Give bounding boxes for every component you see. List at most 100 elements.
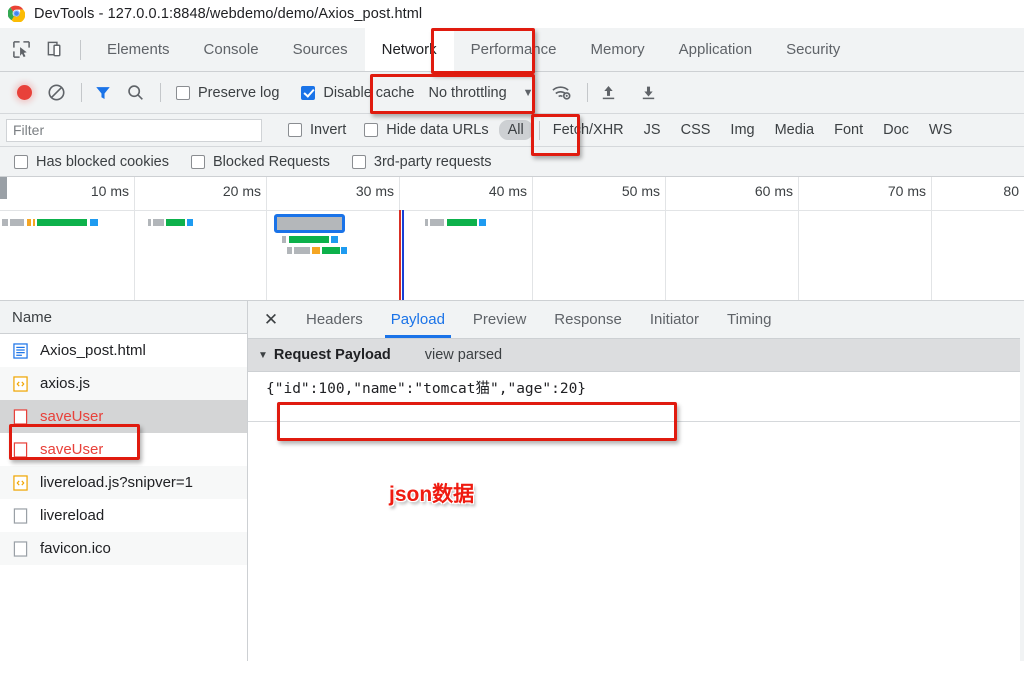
script-icon xyxy=(12,375,29,392)
request-name: livereload xyxy=(40,507,105,524)
overview-tick-60ms: 60 ms xyxy=(754,183,793,199)
tab-performance[interactable]: Performance xyxy=(454,28,574,71)
overview-bar-2 xyxy=(148,219,193,226)
request-rows: Axios_post.html axios.js saveUser saveUs… xyxy=(0,334,247,661)
payload-divider xyxy=(248,421,1024,422)
controls-divider-1 xyxy=(81,83,82,102)
request-name: saveUser xyxy=(40,441,104,458)
type-filter-ws[interactable]: WS xyxy=(920,120,961,140)
invert-checkbox[interactable]: Invert xyxy=(288,122,346,138)
chevron-down-icon[interactable]: ▼ xyxy=(523,87,534,99)
import-har-icon[interactable] xyxy=(595,79,623,107)
overview-bar-1 xyxy=(2,219,98,226)
third-party-requests-checkbox[interactable]: 3rd-party requests xyxy=(351,153,492,170)
network-overview-timeline[interactable]: 10 ms 20 ms 30 ms 40 ms 50 ms 60 ms 70 m… xyxy=(0,177,1024,301)
filter-input[interactable] xyxy=(6,118,262,142)
overview-selected-request-box xyxy=(274,214,345,233)
network-conditions-icon[interactable] xyxy=(548,79,576,107)
filter-funnel-icon[interactable] xyxy=(89,79,117,107)
has-blocked-cookies-box xyxy=(14,154,28,169)
overview-tick-50ms: 50 ms xyxy=(621,183,660,199)
hide-data-urls-checkbox[interactable]: Hide data URLs xyxy=(364,122,489,138)
request-name: favicon.ico xyxy=(40,540,111,557)
column-header-name: Name xyxy=(12,308,53,326)
type-filter-css[interactable]: CSS xyxy=(672,120,720,140)
overview-tick-30ms: 30 ms xyxy=(355,183,394,199)
detail-tab-payload[interactable]: Payload xyxy=(377,301,459,338)
blocked-requests-checkbox[interactable]: Blocked Requests xyxy=(191,154,330,170)
type-filter-media[interactable]: Media xyxy=(766,120,824,140)
type-filter-font[interactable]: Font xyxy=(825,120,872,140)
request-row-axios-js[interactable]: axios.js xyxy=(0,367,247,400)
export-har-icon[interactable] xyxy=(635,79,663,107)
preserve-log-label: Preserve log xyxy=(198,84,280,101)
request-payload-section-header[interactable]: ▼ Request Payload view parsed xyxy=(248,339,1024,372)
request-list-header[interactable]: Name xyxy=(0,301,247,334)
controls-divider-3 xyxy=(586,83,588,102)
devtools-window: DevTools - 127.0.0.1:8848/webdemo/demo/A… xyxy=(0,0,1024,678)
device-toolbar-icon[interactable] xyxy=(42,37,68,63)
request-row-livereload[interactable]: livereload xyxy=(0,499,247,532)
overview-dom-content-loaded-marker xyxy=(399,210,401,300)
extra-filters-row: Has blocked cookies Blocked Requests 3rd… xyxy=(0,147,1024,177)
tab-sources[interactable]: Sources xyxy=(276,28,365,71)
type-filter-doc[interactable]: Doc xyxy=(874,120,918,140)
detail-tab-preview[interactable]: Preview xyxy=(459,301,540,338)
tab-security[interactable]: Security xyxy=(769,28,857,71)
payload-json-text[interactable]: {"id":100,"name":"tomcat猫","age":20} xyxy=(248,378,1024,400)
type-filter-js[interactable]: JS xyxy=(635,120,670,140)
disable-cache-box xyxy=(301,85,316,100)
detail-tab-timing[interactable]: Timing xyxy=(713,301,785,338)
request-row-livereload-js[interactable]: livereload.js?snipver=1 xyxy=(0,466,247,499)
detail-tab-strip: ✕ Headers Payload Preview Response Initi… xyxy=(248,301,1024,339)
request-row-favicon-ico[interactable]: favicon.ico xyxy=(0,532,247,565)
throttling-value[interactable]: No throttling xyxy=(428,85,506,101)
overview-bar-3 xyxy=(282,236,342,243)
overview-tick-10ms: 10 ms xyxy=(90,183,129,199)
view-parsed-link[interactable]: view parsed xyxy=(425,347,502,363)
filter-row: Invert Hide data URLs All Fetch/XHR JS C… xyxy=(0,114,1024,147)
request-row-saveuser-2[interactable]: saveUser xyxy=(0,433,247,466)
type-filter-fetch-xhr[interactable]: Fetch/XHR xyxy=(544,120,633,140)
tab-console[interactable]: Console xyxy=(187,28,276,71)
third-party-requests-label: 3rd-party requests xyxy=(373,153,492,170)
generic-file-icon xyxy=(12,540,29,557)
has-blocked-cookies-checkbox[interactable]: Has blocked cookies xyxy=(14,154,169,170)
close-icon[interactable]: ✕ xyxy=(258,307,284,333)
request-name: axios.js xyxy=(40,375,91,392)
overview-bar-4 xyxy=(287,247,347,254)
search-icon[interactable] xyxy=(121,79,149,107)
has-blocked-cookies-label: Has blocked cookies xyxy=(36,153,169,170)
record-button-icon[interactable] xyxy=(10,79,38,107)
inspect-element-icon[interactable] xyxy=(8,37,34,63)
window-title: DevTools - 127.0.0.1:8848/webdemo/demo/A… xyxy=(34,5,423,22)
tab-application[interactable]: Application xyxy=(662,28,769,71)
disable-cache-checkbox[interactable]: Disable cache xyxy=(301,85,414,101)
generic-file-icon xyxy=(12,441,29,458)
request-row-axios-post-html[interactable]: Axios_post.html xyxy=(0,334,247,367)
overview-load-event-marker xyxy=(402,210,404,300)
request-row-saveuser-1[interactable]: saveUser xyxy=(0,400,247,433)
detail-tab-headers[interactable]: Headers xyxy=(292,301,377,338)
network-controls-row: Preserve log Disable cache No throttling… xyxy=(0,72,1024,114)
type-filter-all[interactable]: All xyxy=(498,120,533,140)
type-divider xyxy=(538,120,540,140)
overview-bar-5 xyxy=(425,219,487,226)
detail-tab-response[interactable]: Response xyxy=(540,301,636,338)
preserve-log-box xyxy=(176,85,190,100)
tab-memory[interactable]: Memory xyxy=(574,28,662,71)
detail-tab-initiator[interactable]: Initiator xyxy=(636,301,713,338)
chevron-down-icon[interactable]: ▼ xyxy=(258,350,268,361)
controls-divider-2 xyxy=(160,83,161,102)
tab-elements[interactable]: Elements xyxy=(90,28,187,71)
tab-network[interactable]: Network xyxy=(364,28,454,71)
detail-scrollbar[interactable] xyxy=(1020,301,1024,661)
type-filter-img[interactable]: Img xyxy=(721,120,763,140)
hide-data-urls-label: Hide data URLs xyxy=(386,122,489,138)
preserve-log-checkbox[interactable]: Preserve log xyxy=(176,85,279,101)
blocked-requests-label: Blocked Requests xyxy=(213,153,330,170)
payload-body: {"id":100,"name":"tomcat猫","age":20} xyxy=(248,372,1024,422)
invert-label: Invert xyxy=(310,122,347,138)
clear-network-log-icon[interactable] xyxy=(42,79,70,107)
request-name: saveUser xyxy=(40,408,104,425)
